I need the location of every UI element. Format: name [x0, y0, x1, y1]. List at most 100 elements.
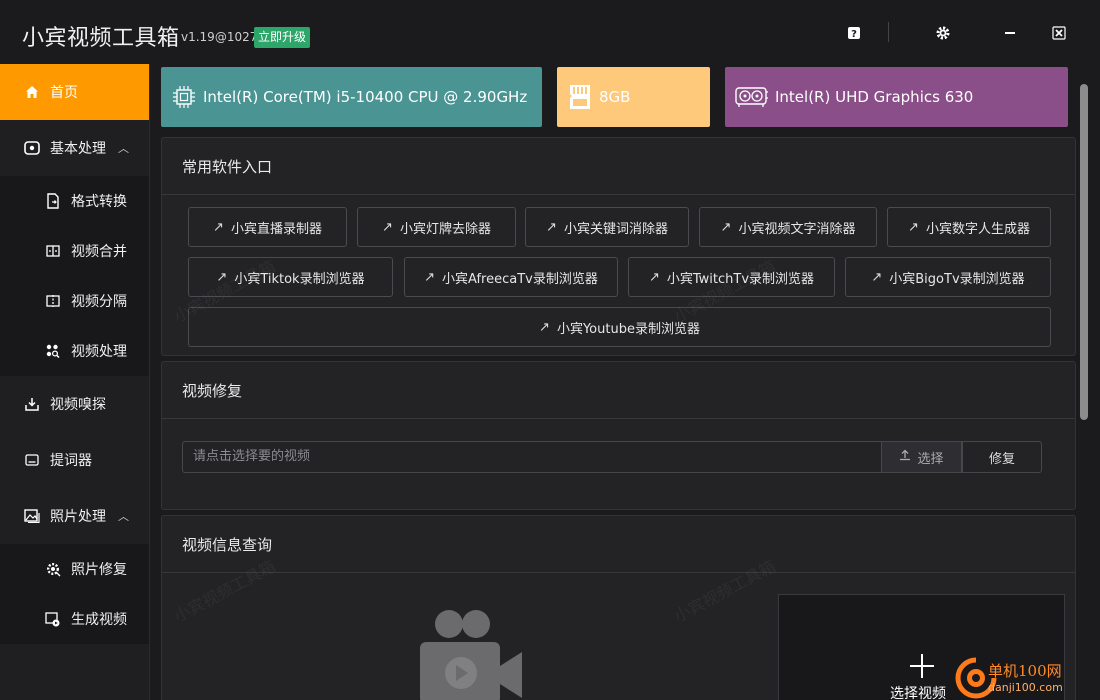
button-label: 小宾关键词消除器 [563, 221, 668, 237]
button-label: 小宾AfreecaTv录制浏览器 [442, 271, 598, 287]
sidebar-item-label: 照片修复 [71, 562, 127, 578]
sidebar-item-label: 视频嗅探 [50, 397, 106, 413]
sidebar-item-label: 视频合并 [71, 244, 127, 260]
help-icon[interactable]: ? [843, 22, 865, 44]
minimize-icon[interactable] [999, 22, 1021, 44]
chevron-up-icon: ︿ [118, 142, 129, 155]
cpu-label: Intel(R) Core(TM) i5-10400 CPU @ 2.90GHz [203, 88, 528, 106]
sidebar-item-photo[interactable]: 照片处理 ︿ [0, 488, 149, 544]
sidebar-item-format-convert[interactable]: 格式转换 [0, 176, 149, 226]
external-link-icon: ↗ [648, 269, 660, 285]
cpu-card: Intel(R) Core(TM) i5-10400 CPU @ 2.90GHz [161, 67, 542, 127]
sidebar-item-video-split[interactable]: 视频分隔 [0, 276, 149, 326]
sidebar-item-video-sniff[interactable]: 视频嗅探 [0, 376, 149, 432]
video-info-panel: 视频信息查询 选择视频 [161, 515, 1076, 700]
repair-gear-icon [45, 561, 61, 577]
software-link-button[interactable]: ↗ 小宾关键词消除器 [525, 207, 689, 247]
software-link-button[interactable]: ↗ 小宾Youtube录制浏览器 [188, 307, 1051, 347]
cpu-icon [171, 84, 197, 110]
sidebar-item-label: 视频分隔 [71, 294, 127, 310]
video-box-icon [24, 140, 40, 156]
external-link-icon: ↗ [546, 219, 557, 235]
software-link-button[interactable]: ↗ 小宾直播录制器 [188, 207, 347, 247]
sidebar-item-label: 视频处理 [71, 344, 127, 360]
sidebar-item-video-merge[interactable]: 视频合并 [0, 226, 149, 276]
svg-text:?: ? [851, 29, 857, 40]
external-link-icon: ↗ [382, 219, 393, 235]
sidebar-item-label: 照片处理 [50, 509, 106, 525]
button-label: 小宾Youtube录制浏览器 [556, 321, 700, 337]
external-link-icon: ↗ [908, 219, 919, 235]
sidebar-item-basic[interactable]: 基本处理 ︿ [0, 120, 149, 176]
button-label: 小宾TwitchTv录制浏览器 [666, 271, 815, 287]
video-file-input[interactable]: 请点击选择要的视频 [182, 441, 882, 473]
chevron-up-icon: ︿ [118, 510, 129, 523]
choose-file-button[interactable]: 选择 [881, 441, 962, 473]
panel-title: 常用软件入口 [162, 138, 1075, 195]
software-link-button[interactable]: ↗ 小宾视频文字消除器 [699, 207, 877, 247]
logo-name: 单机100网 [988, 662, 1062, 680]
sidebar-item-label: 首页 [50, 85, 78, 101]
button-label: 小宾直播录制器 [230, 221, 322, 237]
software-link-button[interactable]: ↗ 小宾Tiktok录制浏览器 [188, 257, 393, 297]
download-icon [24, 396, 40, 412]
gear-icon[interactable] [932, 22, 954, 44]
button-label: 小宾视频文字消除器 [738, 221, 856, 237]
gpu-card: Intel(R) UHD Graphics 630 [725, 67, 1068, 127]
gpu-icon [735, 84, 769, 110]
keyboard-icon [24, 452, 40, 468]
upgrade-button[interactable]: 立即升级 [254, 27, 311, 48]
scrollbar-thumb[interactable] [1080, 84, 1088, 420]
panel-title: 视频信息查询 [162, 516, 1075, 573]
button-label: 小宾BigoTv录制浏览器 [889, 271, 1025, 287]
button-label: 选择 [917, 451, 944, 467]
home-icon [24, 84, 40, 100]
external-link-icon: ↗ [871, 269, 883, 285]
common-software-panel: 常用软件入口 ↗ 小宾直播录制器 ↗ 小宾灯牌去除器 ↗ 小宾关键词消除器 ↗ 小宾视频… [161, 137, 1076, 356]
sidebar-item-prompter[interactable]: 提词器 [0, 432, 149, 488]
software-link-button[interactable]: ↗ 小宾数字人生成器 [887, 207, 1051, 247]
memory-card: 8GB [557, 67, 710, 127]
button-label: 小宾灯牌去除器 [399, 221, 491, 237]
video-camera-icon [416, 608, 526, 700]
software-link-button[interactable]: ↗ 小宾AfreecaTv录制浏览器 [404, 257, 618, 297]
scrollbar[interactable] [1078, 66, 1090, 700]
software-link-button[interactable]: ↗ 小宾TwitchTv录制浏览器 [628, 257, 835, 297]
software-link-button[interactable]: ↗ 小宾BigoTv录制浏览器 [845, 257, 1051, 297]
button-label: 小宾Tiktok录制浏览器 [234, 271, 365, 287]
gpu-label: Intel(R) UHD Graphics 630 [775, 88, 974, 106]
external-link-icon: ↗ [213, 219, 224, 235]
image-video-icon [45, 611, 61, 627]
external-link-icon: ↗ [539, 319, 550, 335]
close-icon[interactable] [1048, 22, 1070, 44]
sidebar-item-label: 生成视频 [71, 612, 127, 628]
sidebar-item-home[interactable]: 首页 [0, 64, 149, 120]
select-video-label: 选择视频 [890, 686, 946, 700]
external-link-icon: ↗ [720, 219, 732, 235]
merge-icon [45, 243, 61, 259]
split-icon [45, 293, 61, 309]
external-link-icon: ↗ [424, 269, 436, 285]
file-convert-icon [45, 193, 61, 209]
main-content: Intel(R) Core(TM) i5-10400 CPU @ 2.90GHz… [160, 64, 1078, 700]
sidebar-item-label: 基本处理 [50, 141, 106, 157]
panel-title: 视频修复 [162, 362, 1075, 419]
memory-label: 8GB [599, 88, 631, 106]
sidebar-submenu-photo: 照片修复 生成视频 [0, 544, 149, 644]
sidebar-item-photo-repair[interactable]: 照片修复 [0, 544, 149, 594]
sidebar-item-video-process[interactable]: 视频处理 [0, 326, 149, 376]
sidebar-item-label: 格式转换 [71, 194, 127, 210]
sidebar-submenu-basic: 格式转换 视频合并 视频分隔 视频处理 [0, 176, 149, 376]
plus-icon [909, 653, 935, 683]
sidebar: 首页 基本处理 ︿ 格式转换 视频合并 视频分隔 视频处理 视频嗅探 提词器 照… [0, 64, 150, 700]
software-link-button[interactable]: ↗ 小宾灯牌去除器 [357, 207, 516, 247]
video-repair-panel: 视频修复 请点击选择要的视频 选择 修复 [161, 361, 1076, 510]
upload-icon [899, 449, 911, 465]
sidebar-item-generate-video[interactable]: 生成视频 [0, 594, 149, 644]
button-label: 小宾数字人生成器 [925, 221, 1030, 237]
memory-card-icon [567, 84, 593, 110]
titlebar-divider [888, 22, 889, 42]
repair-button[interactable]: 修复 [962, 441, 1042, 473]
site-logo: 单机100网 danji100.com [952, 656, 1100, 700]
app-version: v1.19@1027 [181, 30, 258, 44]
